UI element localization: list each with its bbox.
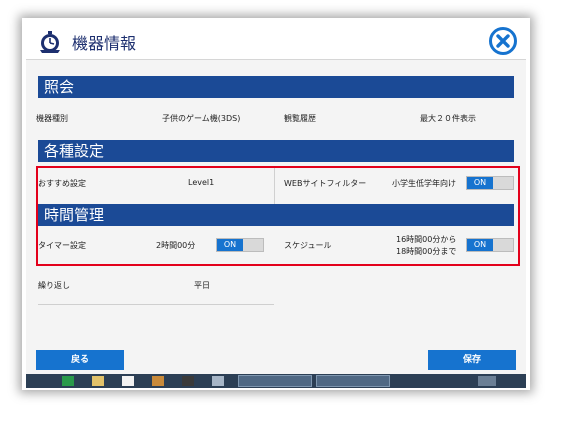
taskbar-app-icon[interactable] [182,376,194,386]
timer-toggle[interactable]: ON [216,238,264,252]
repeat-label: 繰り返し [38,281,70,290]
save-button[interactable]: 保存 [428,350,516,370]
taskbar [26,374,526,388]
web-filter-toggle-knob: ON [467,177,493,189]
section-inquiry-header: 照会 [38,76,514,98]
taskbar-app-icon[interactable] [62,376,74,386]
timer-value[interactable]: 2時間00分 [156,240,195,251]
repeat-value[interactable]: 平日 [194,280,210,291]
page-title: 機器情報 [72,34,137,53]
history-value: 最大２０件表示 [420,114,476,123]
taskbar-app-icon[interactable] [212,376,224,386]
divider [38,304,274,305]
section-settings-header: 各種設定 [38,140,514,162]
recommend-label: おすすめ設定 [38,179,86,188]
web-filter-value[interactable]: 小学生低学年向け [392,178,456,189]
device-info-panel: 機器情報 照会 機器種別 子供のゲーム機(3DS) 観覧履歴 最大２０件表示 各… [26,22,526,388]
folder-icon[interactable] [92,376,104,386]
device-type-value: 子供のゲーム機(3DS) [162,114,241,123]
taskbar-window-button[interactable] [238,375,312,387]
device-type-label: 機器種別 [36,114,68,123]
history-label: 観覧履歴 [284,114,316,123]
schedule-toggle-knob: ON [467,239,493,251]
taskbar-app-icon[interactable] [152,376,164,386]
web-filter-toggle[interactable]: ON [466,176,514,190]
back-button[interactable]: 戻る [36,350,124,370]
schedule-label: スケジュール [284,241,332,250]
cell-divider [274,168,275,204]
stopwatch-icon [40,31,60,53]
taskbar-window-button[interactable] [316,375,390,387]
web-filter-label: WEBサイトフィルター [284,179,367,188]
header-bar: 機器情報 [26,22,526,60]
schedule-to[interactable]: 18時間00分まで [396,246,456,257]
system-tray-icon[interactable] [478,376,496,386]
schedule-from[interactable]: 16時間00分から [396,234,456,245]
close-icon[interactable] [488,26,518,56]
section-time-header: 時間管理 [38,204,514,226]
amazon-icon[interactable] [122,376,134,386]
timer-label: タイマー設定 [38,241,86,250]
recommend-value[interactable]: Level1 [188,178,214,187]
schedule-toggle[interactable]: ON [466,238,514,252]
timer-toggle-knob: ON [217,239,243,251]
